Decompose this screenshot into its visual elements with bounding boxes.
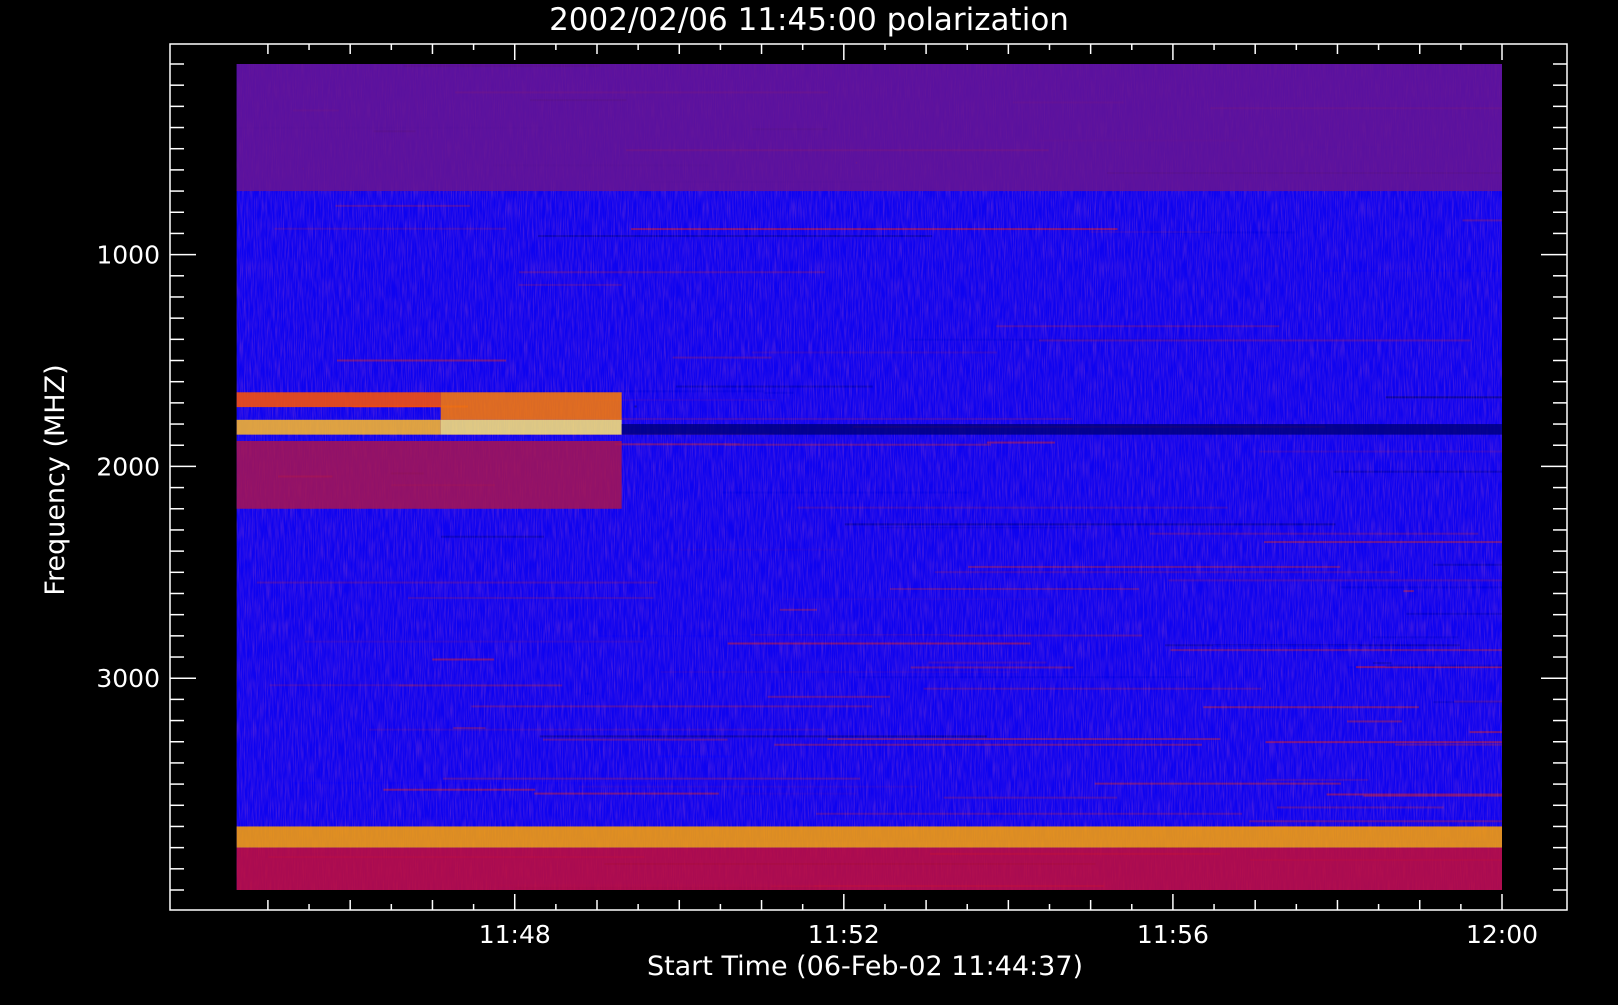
heatmap-feature-band [621, 424, 1502, 435]
heatmap-feature-band [236, 64, 1502, 192]
x-tick-label: 12:00 [1466, 920, 1538, 949]
x-tick-label: 11:48 [479, 920, 551, 949]
chart-title: 2002/02/06 11:45:00 polarization [549, 2, 1069, 38]
y-tick-label: 3000 [96, 664, 160, 693]
heatmap-feature-band [236, 826, 1502, 848]
y-axis-label: Frequency (MHZ) [40, 364, 71, 595]
spectrogram-figure: 2002/02/06 11:45:00 polarization 11:48 11… [0, 0, 1618, 1000]
heatmap-feature-band [236, 847, 1502, 890]
x-tick-label: 11:56 [1137, 920, 1209, 949]
heatmap-feature-band [440, 419, 622, 435]
x-tick-label: 11:52 [808, 920, 880, 949]
x-axis-label: Start Time (06-Feb-02 11:44:37) [647, 951, 1083, 982]
heatmap-feature-band [236, 419, 441, 435]
y-tick-label: 2000 [96, 452, 160, 481]
heatmap-feature-band [236, 392, 441, 408]
heatmap-feature-band [236, 440, 622, 509]
heatmap-image [236, 64, 1502, 890]
spectrogram-chart: 2002/02/06 11:45:00 polarization 11:48 11… [40, 2, 1568, 982]
plot-area: 11:48 11:52 11:56 12:00 1000 2000 3000 [96, 43, 1568, 949]
heatmap-feature-band [440, 392, 622, 420]
y-tick-label: 1000 [96, 241, 160, 270]
